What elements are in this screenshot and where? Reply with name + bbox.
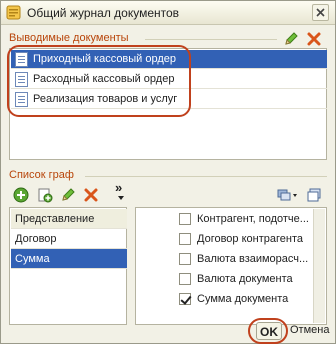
list-header: Представление xyxy=(11,209,127,229)
list-item[interactable]: Сумма xyxy=(11,249,127,269)
scrollbar[interactable] xyxy=(313,209,325,323)
delete-icon xyxy=(307,32,321,46)
settings-dropdown-button[interactable] xyxy=(277,187,297,203)
layout-settings-icon xyxy=(277,189,297,201)
windows-icon xyxy=(307,188,321,202)
copy-add-icon xyxy=(38,188,53,203)
document-icon xyxy=(15,72,28,87)
add-column-button[interactable] xyxy=(13,187,29,203)
field-checkbox[interactable] xyxy=(179,213,191,225)
copy-column-button[interactable] xyxy=(37,187,53,203)
section-divider xyxy=(85,176,327,177)
section-divider xyxy=(145,39,277,40)
app-icon xyxy=(6,5,21,20)
list-item[interactable]: Договор контрагента xyxy=(137,229,313,249)
list-item[interactable]: Приходный кассовый ордер xyxy=(11,50,327,69)
list-item[interactable]: Сумма документа xyxy=(137,289,313,309)
field-checkbox[interactable] xyxy=(179,253,191,265)
columns-title: Список граф xyxy=(9,169,74,181)
document-icon xyxy=(15,52,28,67)
field-checkbox[interactable] xyxy=(179,233,191,245)
documents-list[interactable]: Приходный кассовый ордер Расходный кассо… xyxy=(9,48,327,160)
add-icon xyxy=(13,187,29,203)
pencil-icon xyxy=(285,32,298,45)
list-item[interactable]: Валюта документа xyxy=(137,269,313,289)
field-checkbox[interactable] xyxy=(179,273,191,285)
edit-documents-button[interactable] xyxy=(283,31,299,47)
more-actions-button[interactable]: » xyxy=(115,181,122,194)
field-checkbox[interactable] xyxy=(179,293,191,305)
window-title: Общий журнал документов xyxy=(27,6,180,20)
list-item[interactable]: Договор xyxy=(11,229,127,249)
delete-icon xyxy=(84,188,98,202)
dialog-window: Общий журнал документов Выводимые докуме… xyxy=(0,0,336,344)
list-item[interactable]: Валюта взаиморасч... xyxy=(137,249,313,269)
list-item[interactable]: Расходный кассовый ордер xyxy=(11,70,327,89)
delete-column-button[interactable] xyxy=(83,187,99,203)
output-documents-title: Выводимые документы xyxy=(9,32,129,44)
close-button[interactable] xyxy=(312,4,329,21)
pencil-icon xyxy=(62,188,75,201)
list-item[interactable]: Контрагент, подотче... xyxy=(137,209,313,229)
fields-checklist[interactable]: Контрагент, подотче... Договор контраген… xyxy=(135,207,327,325)
ok-button[interactable]: OK xyxy=(256,322,282,340)
delete-documents-button[interactable] xyxy=(306,31,322,47)
dropdown-arrow-icon xyxy=(118,196,124,200)
columns-list[interactable]: Представление Договор Сумма xyxy=(9,207,127,325)
document-icon xyxy=(15,92,28,107)
close-icon xyxy=(316,8,325,17)
edit-column-button[interactable] xyxy=(60,187,76,203)
copy-window-button[interactable] xyxy=(306,187,322,203)
title-bar: Общий журнал документов xyxy=(1,1,335,25)
list-item[interactable]: Реализация товаров и услуг xyxy=(11,90,327,109)
cancel-button[interactable]: Отмена xyxy=(290,324,329,336)
